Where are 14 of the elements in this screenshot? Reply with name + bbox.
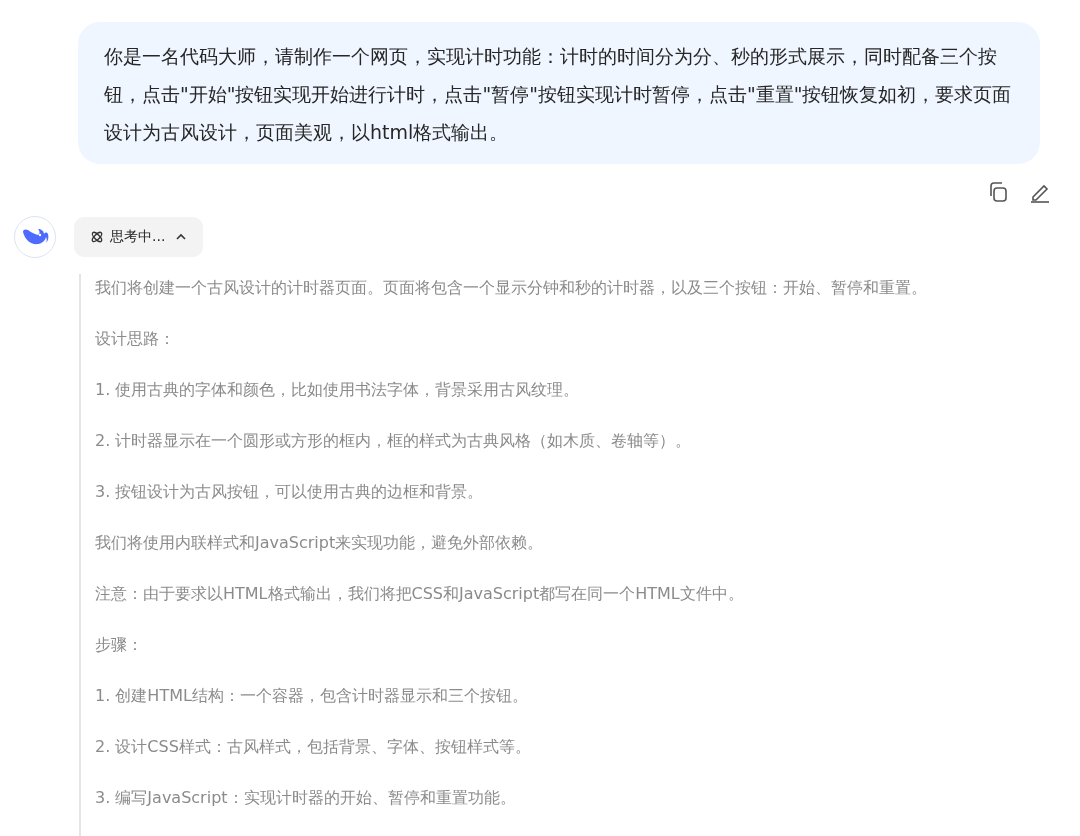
thinking-toggle[interactable]: 思考中... [74, 217, 204, 257]
thought-paragraph: 1. 使用古典的字体和颜色，比如使用书法字体，背景采用古风纹理。 [95, 379, 581, 401]
thought-paragraph: 3. 编写JavaScript：实现计时器的开始、暂停和重置功能。 [95, 787, 517, 809]
thought-paragraph: 设计思路： [95, 328, 176, 350]
thought-paragraph: 1. 创建HTML结构：一个容器，包含计时器显示和三个按钮。 [95, 685, 529, 707]
thought-paragraph: 步骤： [95, 634, 144, 656]
thought-paragraph: 2. 计时器显示在一个圆形或方形的框内，框的样式为古典风格（如木质、卷轴等）。 [95, 430, 693, 452]
user-message: 你是一名代码大师，请制作一个网页，实现计时功能：计时的时间分为分、秒的形式展示，同时配备三个按钮，点击"开始"按钮实现开始进行计时，点击"暂停"按钮实现计时暂停，点击"重置"按钮恢复如初，要求页面设计为古风设计，页面美观，以html格式输出。 [78, 22, 1040, 164]
thought-paragraph: 2. 设计CSS样式：古风样式，包括背景、字体、按钮样式等。 [95, 736, 532, 758]
thought-paragraph: 我们将使用内联样式和JavaScript来实现功能，避免外部依赖。 [95, 532, 545, 554]
thought-paragraph: 注意：由于要求以HTML格式输出，我们将把CSS和JavaScript都写在同一个HTML文件中。 [95, 583, 745, 605]
thought-paragraph: 3. 按钮设计为古风按钮，可以使用古典的边框和背景。 [95, 481, 485, 503]
atom-icon [90, 230, 104, 244]
thought-paragraph: 我们将创建一个古风设计的计时器页面。页面将包含一个显示分钟和秒的计时器，以及三个按钮：开始、暂停和重置。 [95, 277, 928, 299]
